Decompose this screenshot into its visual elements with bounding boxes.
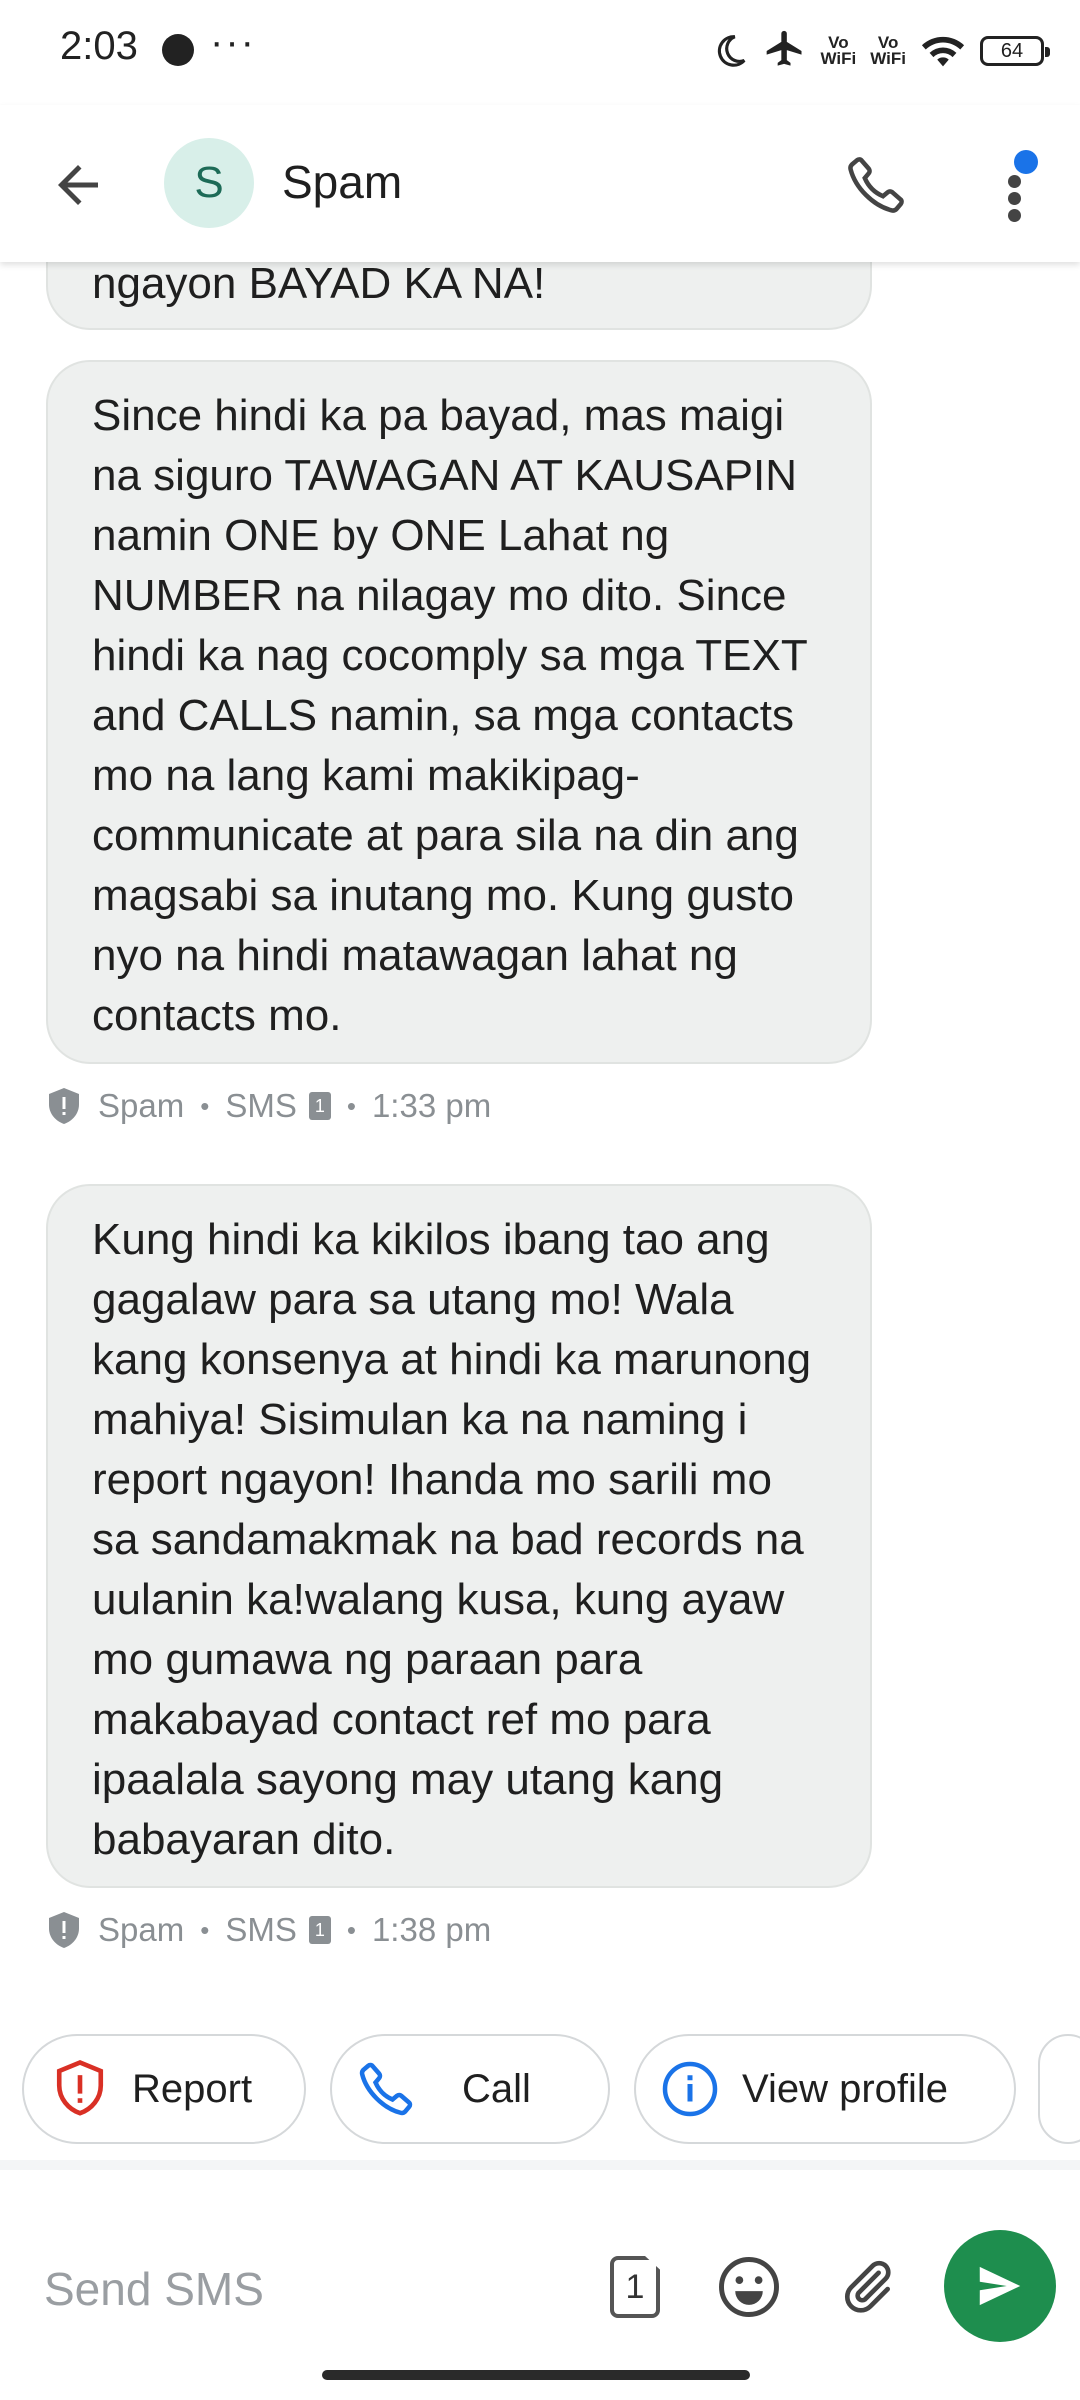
message-meta: Spam • SMS 1 • 1:38 pm: [46, 1910, 491, 1950]
emoji-icon[interactable]: [716, 2254, 782, 2320]
message-bubble[interactable]: Kung hindi ka kikilos ibang tao ang gaga…: [46, 1184, 872, 1888]
message-input[interactable]: Send SMS: [44, 2262, 264, 2316]
message-meta: Spam • SMS 1 • 1:33 pm: [46, 1086, 491, 1126]
more-notifications-icon: ···: [210, 20, 256, 64]
status-time: 2:03: [60, 24, 138, 68]
app-bar: S Spam: [0, 105, 1080, 262]
info-icon: [662, 2061, 718, 2117]
attach-icon[interactable]: [836, 2254, 898, 2320]
spam-shield-icon: [49, 1912, 79, 1948]
do-not-disturb-icon: [717, 35, 745, 67]
home-indicator: [322, 2370, 750, 2380]
message-time: 1:33 pm: [371, 1087, 492, 1124]
messenger-icon: [162, 34, 194, 66]
message-bubble[interactable]: Since hindi ka pa bayad, mas maigi na si…: [46, 360, 872, 1064]
message-text: Kung hindi ka kikilos ibang tao ang gaga…: [92, 1215, 812, 1864]
more-chip[interactable]: [1038, 2034, 1080, 2144]
sim-icon: 1: [308, 1092, 331, 1120]
sim-select-button[interactable]: 1: [610, 2256, 660, 2318]
spam-label: Spam: [98, 1911, 185, 1948]
report-chip[interactable]: Report: [22, 2034, 306, 2144]
call-chip[interactable]: Call: [330, 2034, 610, 2144]
airplane-icon: [766, 30, 802, 66]
composer: Send SMS 1: [0, 2160, 1080, 2400]
channel-label: SMS: [225, 1911, 297, 1948]
message-text: Since hindi ka pa bayad, mas maigi na si…: [92, 391, 807, 1040]
status-bar: 2:03 ··· Vo WiFi Vo WiFi 64: [0, 0, 1080, 105]
view-profile-chip[interactable]: View profile: [634, 2034, 1016, 2144]
view-profile-label: View profile: [742, 2066, 949, 2111]
message-time: 1:38 pm: [371, 1911, 492, 1948]
spam-label: Spam: [98, 1087, 185, 1124]
call-label: Call: [462, 2066, 531, 2111]
spam-shield-icon: [49, 1088, 79, 1124]
channel-label: SMS: [225, 1087, 297, 1124]
battery-icon: 64: [980, 36, 1050, 66]
message-text: ngayon BAYAD KA NA!: [92, 259, 546, 308]
overflow-menu-icon[interactable]: [990, 150, 1040, 222]
report-shield-icon: [56, 2059, 104, 2116]
vowifi-icon: Vo WiFi: [820, 33, 857, 68]
conversation-title[interactable]: Spam: [282, 155, 402, 209]
wifi-icon: [921, 36, 965, 67]
phone-call-icon[interactable]: [844, 153, 908, 217]
send-icon: [979, 2266, 1021, 2306]
notification-badge: [1014, 150, 1038, 174]
avatar[interactable]: S: [164, 138, 254, 228]
back-arrow-icon[interactable]: [48, 155, 108, 215]
call-icon: [359, 2062, 413, 2116]
sim-icon: 1: [308, 1916, 331, 1944]
send-button[interactable]: [944, 2230, 1056, 2342]
vowifi-icon-2: Vo WiFi: [870, 33, 906, 68]
report-label: Report: [132, 2066, 253, 2111]
